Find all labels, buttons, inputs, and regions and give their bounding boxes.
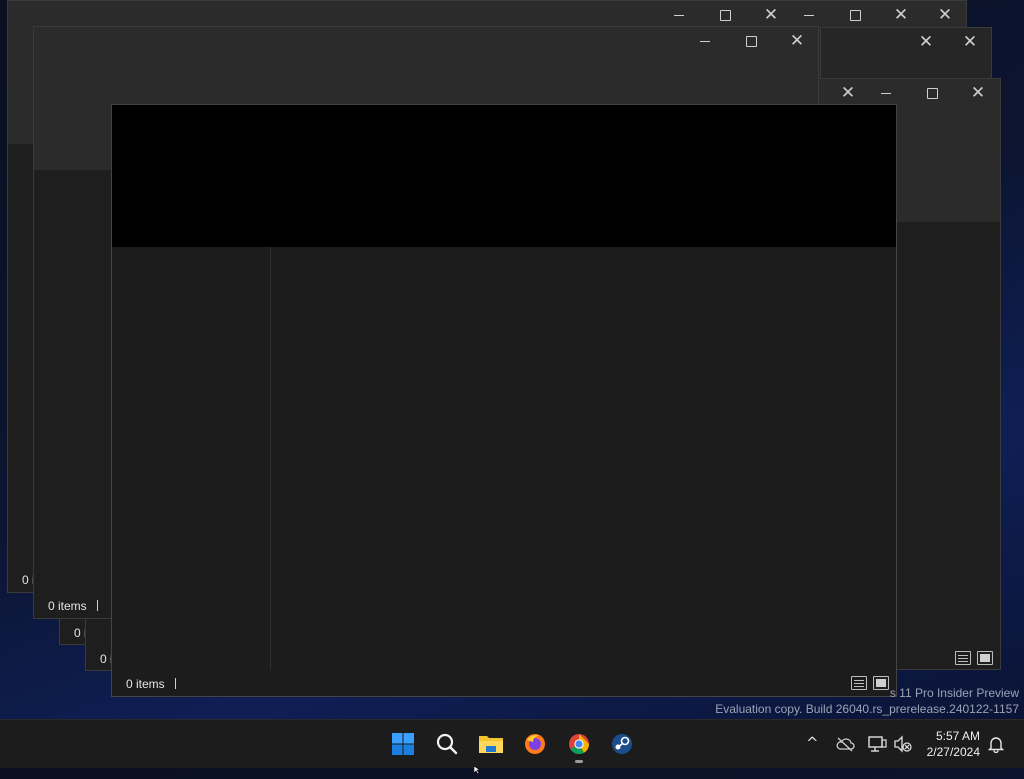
explorer-window-front[interactable]: 0 items <box>111 104 897 697</box>
clock-time: 5:57 AM <box>935 729 980 743</box>
maximize-button[interactable] <box>728 27 774 55</box>
network-icon[interactable] <box>864 730 890 758</box>
status-bar: 0 items <box>112 670 896 696</box>
status-item-count: 0 items <box>126 677 176 691</box>
status-separator <box>96 600 98 611</box>
minimize-button[interactable] <box>656 1 702 29</box>
status-item-count: 0 items <box>48 599 98 613</box>
clock-date: 2/27/2024 <box>926 745 980 759</box>
firefox-icon[interactable] <box>521 730 549 758</box>
running-app-indicator <box>575 760 583 763</box>
status-text: 0 items <box>126 677 165 691</box>
chrome-icon[interactable] <box>565 730 593 758</box>
close-button[interactable]: ✕ <box>947 28 991 56</box>
minimize-button[interactable] <box>786 1 832 29</box>
taskbar: ^ 5:57 AM 2/27/2024 <box>0 719 1024 768</box>
volume-muted-icon[interactable] <box>890 730 916 758</box>
close-button[interactable]: ✕ <box>903 28 949 56</box>
window-header-unrendered <box>112 105 896 247</box>
maximize-button[interactable] <box>909 79 955 107</box>
status-text: 0 items <box>48 599 87 613</box>
status-separator <box>174 678 176 689</box>
close-button[interactable]: ✕ <box>955 79 1000 107</box>
onedrive-offline-icon[interactable] <box>832 730 858 758</box>
minimize-button[interactable] <box>863 79 909 107</box>
maximize-button[interactable] <box>702 1 748 29</box>
close-button[interactable]: ✕ <box>878 1 924 29</box>
windows-watermark-line1: s 11 Pro Insider Preview <box>889 686 1019 700</box>
large-icons-view-button[interactable] <box>977 651 993 665</box>
minimize-button[interactable] <box>682 27 728 55</box>
notification-bell-icon[interactable] <box>984 730 1008 758</box>
mouse-cursor-icon <box>473 761 482 779</box>
close-button[interactable]: ✕ <box>774 27 818 55</box>
navigation-pane[interactable] <box>112 247 271 670</box>
close-button[interactable]: ✕ <box>922 1 966 29</box>
steam-icon[interactable] <box>608 730 636 758</box>
details-view-button[interactable] <box>955 651 971 665</box>
file-list-pane[interactable] <box>271 247 896 670</box>
clock[interactable]: 5:57 AM 2/27/2024 <box>927 728 980 760</box>
details-view-button[interactable] <box>851 676 867 690</box>
large-icons-view-button[interactable] <box>873 676 889 690</box>
maximize-button[interactable] <box>832 1 878 29</box>
search-icon[interactable] <box>433 730 461 758</box>
file-explorer-icon[interactable] <box>477 730 505 758</box>
chevron-up-icon[interactable]: ^ <box>806 734 819 752</box>
start-icon[interactable] <box>389 730 417 758</box>
windows-watermark-line2: Evaluation copy. Build 26040.rs_prerelea… <box>715 702 1019 716</box>
